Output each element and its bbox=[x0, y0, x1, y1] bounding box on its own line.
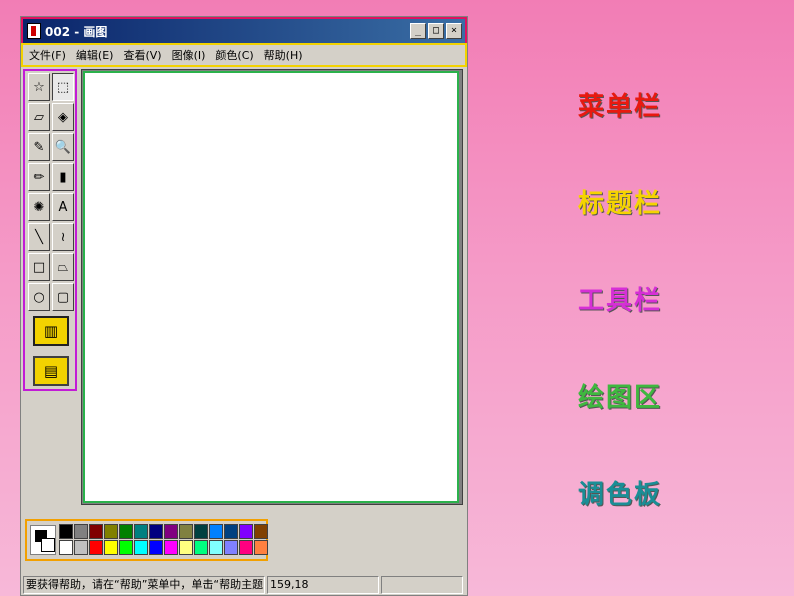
pencil-icon[interactable]: ✏ bbox=[28, 163, 50, 191]
menu-edit[interactable]: 编辑(E) bbox=[76, 47, 114, 63]
title-bar[interactable]: 002 - 画图 _ □ × bbox=[21, 17, 467, 45]
rounded-rect-icon[interactable]: ▢ bbox=[52, 283, 74, 311]
color-swatch[interactable] bbox=[89, 540, 103, 555]
line-icon[interactable]: ╲ bbox=[28, 223, 50, 251]
drawing-area-label: 绘图区 bbox=[578, 383, 663, 413]
color-swatch[interactable] bbox=[194, 524, 208, 539]
rect-select-icon[interactable]: ⬚ bbox=[52, 73, 74, 101]
current-colors[interactable] bbox=[30, 525, 56, 555]
brush-icon[interactable]: ▮ bbox=[52, 163, 74, 191]
color-swatch[interactable] bbox=[239, 540, 253, 555]
menu-image[interactable]: 图像(I) bbox=[172, 47, 206, 63]
color-swatch[interactable] bbox=[254, 524, 268, 539]
color-swatch[interactable] bbox=[89, 524, 103, 539]
menu-view[interactable]: 查看(V) bbox=[123, 47, 161, 63]
color-swatch[interactable] bbox=[134, 524, 148, 539]
drawing-canvas[interactable] bbox=[83, 71, 459, 503]
color-swatch[interactable] bbox=[164, 524, 178, 539]
color-swatch[interactable] bbox=[134, 540, 148, 555]
magnifier-icon[interactable]: 🔍 bbox=[52, 133, 74, 161]
menu-colors[interactable]: 颜色(C) bbox=[215, 47, 253, 63]
color-swatch[interactable] bbox=[224, 540, 238, 555]
color-swatch[interactable] bbox=[164, 540, 178, 555]
minimize-button[interactable]: _ bbox=[410, 23, 426, 39]
toolbox: ☆ ⬚ ▱ ◈ ✎ 🔍 ✏ ▮ ✺ A ╲ ≀ □ ⏢ ○ ▢ ▥ ▤ bbox=[23, 69, 77, 391]
free-select-icon[interactable]: ☆ bbox=[28, 73, 50, 101]
title-bar-label: 标题栏 bbox=[578, 189, 663, 219]
color-swatch[interactable] bbox=[239, 524, 253, 539]
toolbar-label: 工具栏 bbox=[578, 286, 663, 316]
status-size bbox=[381, 576, 463, 594]
color-swatch[interactable] bbox=[209, 524, 223, 539]
paint-app-icon[interactable] bbox=[27, 23, 41, 39]
fill-icon[interactable]: ◈ bbox=[52, 103, 74, 131]
status-help-text: 要获得帮助，请在“帮助”菜单中，单击“帮助主题” bbox=[23, 576, 265, 594]
color-swatch[interactable] bbox=[224, 524, 238, 539]
close-button[interactable]: × bbox=[446, 23, 462, 39]
color-swatch[interactable] bbox=[59, 524, 73, 539]
palette-label: 调色板 bbox=[578, 480, 663, 510]
color-swatch[interactable] bbox=[104, 540, 118, 555]
background-color bbox=[41, 538, 55, 552]
color-swatch[interactable] bbox=[149, 524, 163, 539]
color-palette bbox=[25, 519, 268, 561]
window-title: 002 - 画图 bbox=[45, 24, 108, 39]
eraser-icon[interactable]: ▱ bbox=[28, 103, 50, 131]
curve-icon[interactable]: ≀ bbox=[52, 223, 74, 251]
ellipse-icon[interactable]: ○ bbox=[28, 283, 50, 311]
menu-help[interactable]: 帮助(H) bbox=[264, 47, 303, 63]
color-swatch[interactable] bbox=[119, 524, 133, 539]
paint-window: 002 - 画图 _ □ × 文件(F) 编辑(E) 查看(V) 图像(I) 颜… bbox=[20, 16, 468, 596]
color-picker-icon[interactable]: ✎ bbox=[28, 133, 50, 161]
color-swatch[interactable] bbox=[209, 540, 223, 555]
color-swatch[interactable] bbox=[179, 540, 193, 555]
menu-file[interactable]: 文件(F) bbox=[29, 47, 66, 63]
status-bar: 要获得帮助，请在“帮助”菜单中，单击“帮助主题” 159,18 bbox=[23, 575, 465, 595]
color-swatch[interactable] bbox=[59, 540, 73, 555]
color-swatch[interactable] bbox=[149, 540, 163, 555]
polygon-icon[interactable]: ⏢ bbox=[52, 253, 74, 281]
color-swatch[interactable] bbox=[254, 540, 268, 555]
color-swatch[interactable] bbox=[119, 540, 133, 555]
color-swatch[interactable] bbox=[104, 524, 118, 539]
color-swatch[interactable] bbox=[74, 524, 88, 539]
status-coordinates: 159,18 bbox=[267, 576, 379, 594]
airbrush-icon[interactable]: ✺ bbox=[28, 193, 50, 221]
menu-bar: 文件(F) 编辑(E) 查看(V) 图像(I) 颜色(C) 帮助(H) bbox=[21, 43, 467, 67]
transparent-option-icon[interactable]: ▥ bbox=[33, 316, 69, 346]
color-swatch[interactable] bbox=[74, 540, 88, 555]
maximize-button[interactable]: □ bbox=[428, 23, 444, 39]
menu-bar-label: 菜单栏 bbox=[578, 92, 663, 122]
rectangle-icon[interactable]: □ bbox=[28, 253, 50, 281]
text-icon[interactable]: A bbox=[52, 193, 74, 221]
opaque-option-icon[interactable]: ▤ bbox=[33, 356, 69, 386]
color-swatch[interactable] bbox=[194, 540, 208, 555]
color-swatch[interactable] bbox=[179, 524, 193, 539]
